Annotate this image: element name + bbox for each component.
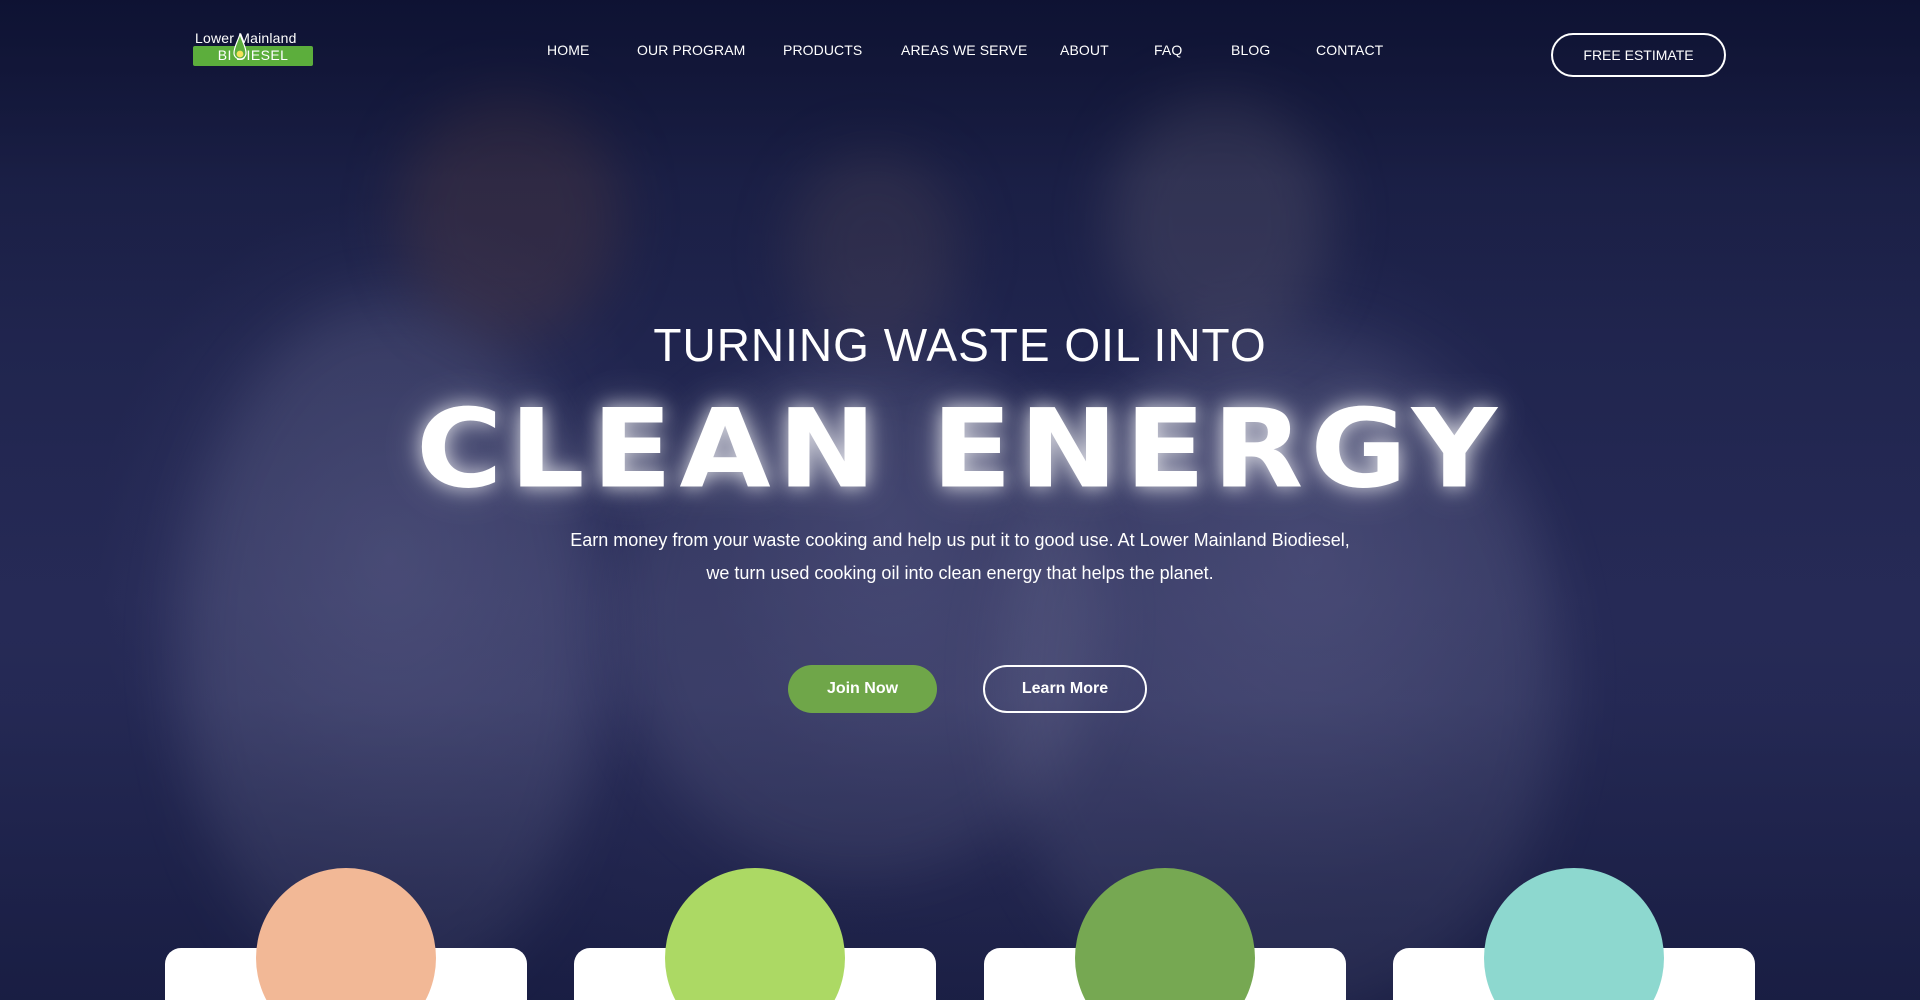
join-now-button[interactable]: Join Now [788,665,937,713]
nav-item-home[interactable]: HOME [547,42,589,58]
page: Lower Mainland BI DIESEL HOME OUR PROGRA… [0,0,1920,1000]
hero-kicker: TURNING WASTE OIL INTO [653,319,1267,371]
nav-item-contact[interactable]: CONTACT [1316,42,1383,58]
nav-item-about[interactable]: ABOUT [1060,42,1109,58]
nav-item-faq[interactable]: FAQ [1154,42,1182,58]
nav-item-blog[interactable]: BLOG [1231,42,1270,58]
nav-item-our-program[interactable]: OUR PROGRAM [637,42,745,58]
free-estimate-button[interactable]: FREE ESTIMATE [1551,33,1726,77]
nav-item-products[interactable]: PRODUCTS [783,42,862,58]
learn-more-button[interactable]: Learn More [983,665,1147,713]
nav-item-areas-we-serve[interactable]: AREAS WE SERVE [901,42,1027,58]
site-header: Lower Mainland BI DIESEL HOME OUR PROGRA… [0,0,1920,100]
hero-headline: CLEAN ENERGY [415,385,1505,513]
hero-description: Earn money from your waste cooking and h… [570,530,1350,583]
